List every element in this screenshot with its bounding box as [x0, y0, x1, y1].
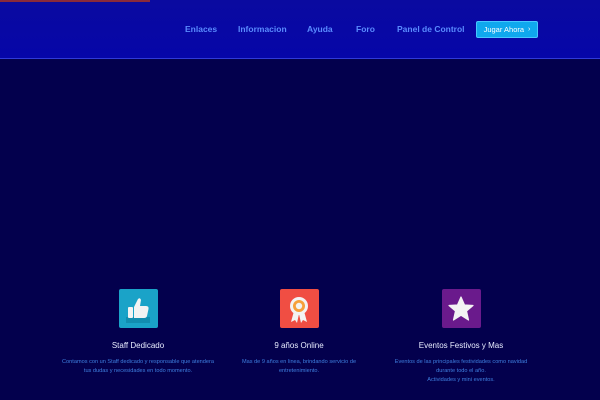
top-navigation-bar: Enlaces Informacion Ayuda Foro Panel de …	[0, 0, 600, 59]
nav-link-enlaces[interactable]: Enlaces	[185, 24, 217, 34]
nav-link-informacion[interactable]: Informacion	[238, 24, 287, 34]
chevron-right-icon: ›	[528, 26, 531, 33]
feature-staff: Staff Dedicado Contamos con un Staff ded…	[48, 289, 228, 376]
nav-link-foro[interactable]: Foro	[356, 24, 375, 34]
nav-link-ayuda[interactable]: Ayuda	[307, 24, 333, 34]
thumbs-up-icon	[118, 289, 158, 328]
feature-title: Eventos Festivos y Mas	[418, 341, 504, 350]
play-now-button[interactable]: Jugar Ahora ›	[476, 21, 538, 38]
feature-years-online: 9 años Online Mas de 9 años en linea, br…	[209, 289, 389, 376]
top-accent-line	[0, 0, 150, 2]
nav-link-panel-de-control[interactable]: Panel de Control	[397, 24, 465, 34]
feature-description: Mas de 9 años en linea, brindando servic…	[241, 359, 357, 374]
feature-title: 9 años Online	[274, 341, 324, 350]
feature-description: Eventos de las principales festividades …	[394, 359, 528, 383]
play-now-label: Jugar Ahora	[483, 25, 525, 34]
feature-events: Eventos Festivos y Mas Eventos de las pr…	[371, 289, 551, 384]
star-icon	[441, 289, 481, 328]
award-ribbon-icon	[279, 289, 319, 328]
feature-title: Staff Dedicado	[111, 341, 165, 350]
feature-description: Contamos con un Staff dedicado y respons…	[62, 359, 214, 374]
